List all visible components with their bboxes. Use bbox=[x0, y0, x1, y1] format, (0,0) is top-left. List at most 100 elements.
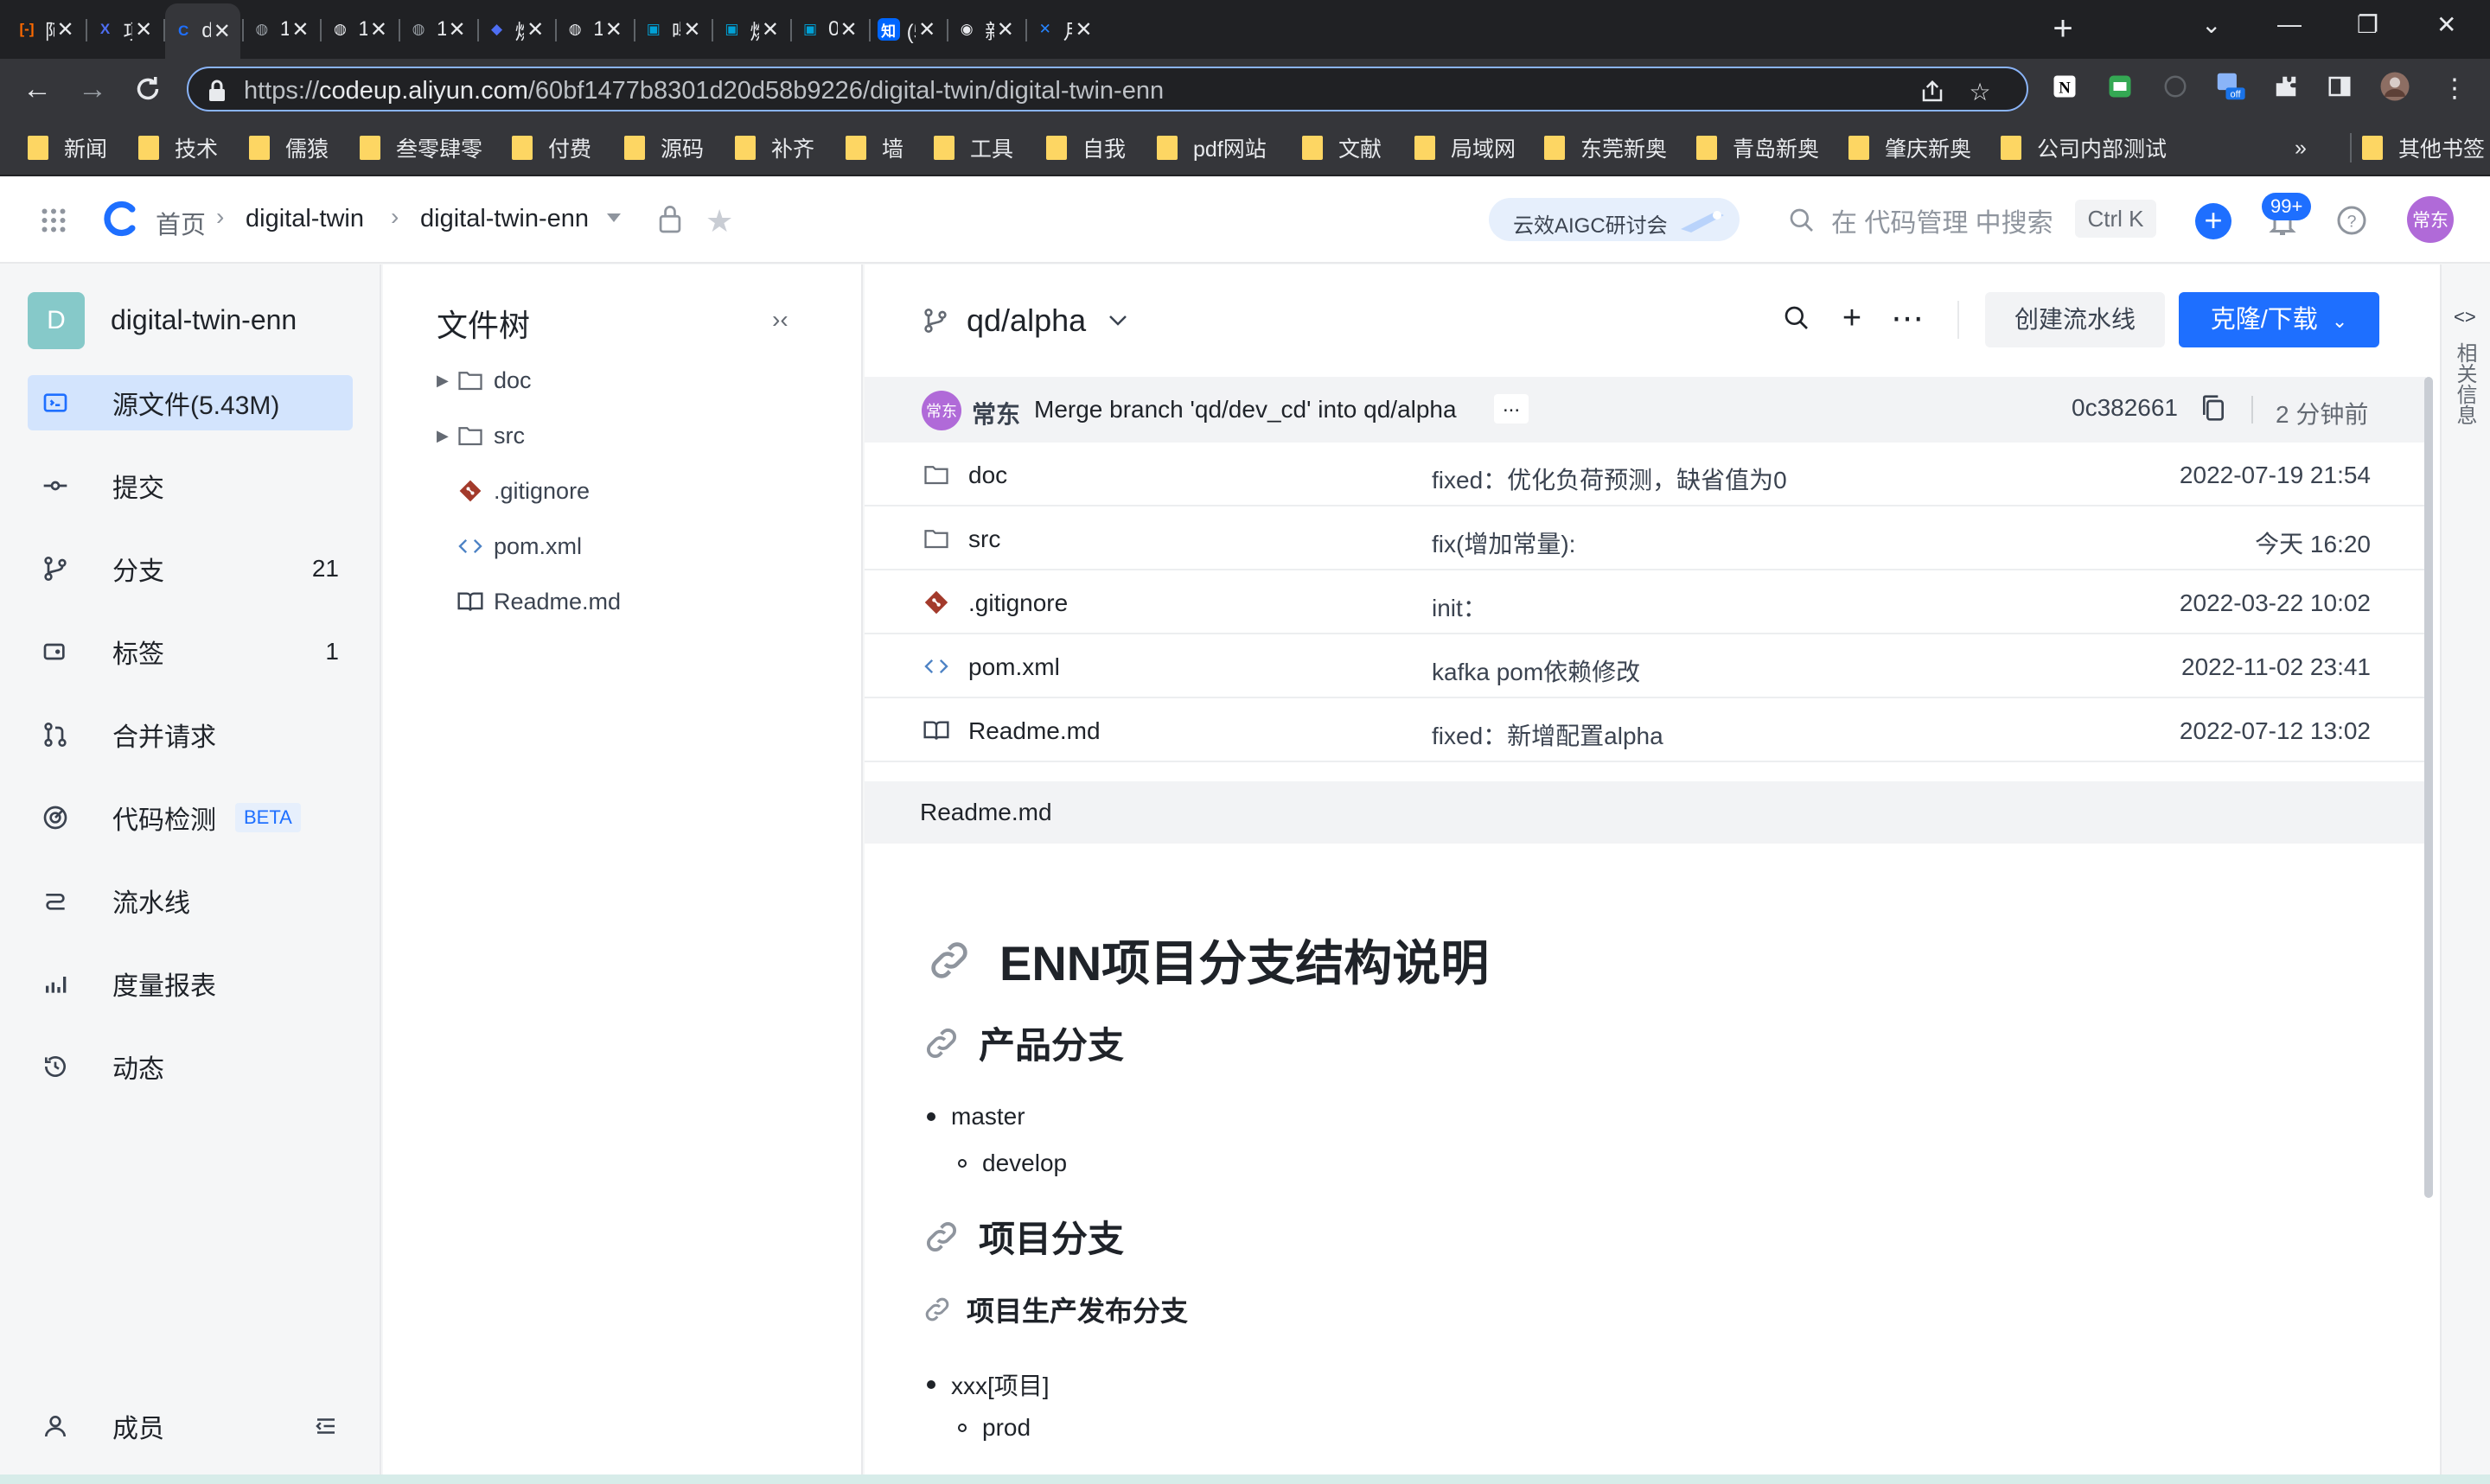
other-bookmarks-folder[interactable]: 其他书签 bbox=[2350, 133, 2485, 162]
repo-name[interactable]: digital-twin-enn bbox=[111, 304, 297, 336]
create-pipeline-button[interactable]: 创建流水线 bbox=[1985, 292, 2165, 347]
minimize-button[interactable]: — bbox=[2277, 10, 2302, 38]
browser-tab[interactable]: Cdig✕ bbox=[165, 3, 240, 59]
restore-button[interactable]: ❐ bbox=[2357, 10, 2378, 39]
bookmark-folder[interactable]: 叁零肆零 bbox=[360, 133, 482, 162]
copy-icon[interactable] bbox=[2200, 392, 2227, 424]
green-extension-icon[interactable] bbox=[2104, 71, 2136, 102]
profile-avatar-icon[interactable] bbox=[2379, 71, 2410, 102]
url-text[interactable]: https://codeup.aliyun.com/60bf1477b8301d… bbox=[244, 77, 1164, 105]
file-commit-message[interactable]: fixed：优化负荷预测，缺省值为0 bbox=[1432, 462, 1787, 496]
anchor-link-icon[interactable] bbox=[922, 1023, 961, 1063]
sidebar-item-tags[interactable]: 标签 1 bbox=[28, 624, 353, 679]
browser-tab[interactable]: [-] 阿里✕ bbox=[9, 8, 84, 51]
browser-tab[interactable]: ◍ 10.✕ bbox=[244, 8, 319, 51]
close-tab-icon[interactable]: ✕ bbox=[211, 19, 233, 44]
browser-tab[interactable]: ▣ 02_✕ bbox=[792, 8, 867, 51]
off-extension-icon[interactable]: off bbox=[2215, 71, 2246, 102]
sidebar-item-merge-requests[interactable]: 合并请求 bbox=[28, 707, 353, 762]
file-row-readme[interactable]: Readme.md fixed：新增配置alpha 2022-07-12 13:… bbox=[865, 698, 2426, 762]
commit-sha[interactable]: 0c382661 bbox=[2072, 394, 2178, 422]
forward-button[interactable]: → bbox=[74, 71, 111, 107]
collapse-sidebar-icon[interactable] bbox=[313, 1413, 339, 1439]
related-info-tab[interactable]: 相关信息 bbox=[2453, 342, 2480, 425]
add-file-icon[interactable]: + bbox=[1835, 300, 1869, 336]
branch-selector[interactable]: qd/alpha bbox=[922, 303, 1127, 339]
bookmark-folder[interactable]: 局域网 bbox=[1414, 133, 1516, 162]
breadcrumb-home[interactable]: 首页 bbox=[156, 205, 206, 241]
sidebar-item-code-scan[interactable]: 代码检测 BETA bbox=[28, 790, 353, 845]
file-commit-message[interactable]: init： bbox=[1432, 589, 1487, 624]
new-tab-button[interactable]: + bbox=[2046, 11, 2080, 47]
bookmark-folder[interactable]: 青岛新奥 bbox=[1696, 133, 1819, 162]
file-commit-message[interactable]: kafka pom依赖修改 bbox=[1432, 653, 1640, 688]
file-name[interactable]: pom.xml bbox=[968, 653, 1060, 681]
anchor-link-icon[interactable] bbox=[922, 1217, 961, 1257]
expand-caret-icon[interactable]: ▶ bbox=[437, 372, 456, 390]
close-tab-icon[interactable]: ✕ bbox=[759, 17, 782, 42]
reload-button[interactable] bbox=[130, 71, 166, 107]
close-tab-icon[interactable]: ✕ bbox=[603, 17, 625, 42]
browser-tab[interactable]: ◉ 新标✕ bbox=[948, 8, 1024, 51]
bookmark-folder[interactable]: 付费 bbox=[512, 133, 591, 162]
tree-item-doc[interactable]: ▶ doc bbox=[437, 361, 532, 399]
close-tab-icon[interactable]: ✕ bbox=[289, 17, 311, 42]
close-tab-icon[interactable]: ✕ bbox=[54, 17, 77, 42]
extensions-puzzle-icon[interactable] bbox=[2270, 71, 2302, 102]
bookmark-folder[interactable]: 东莞新奥 bbox=[1544, 133, 1667, 162]
app-grid-icon[interactable] bbox=[38, 205, 69, 236]
file-commit-message[interactable]: fixed：新增配置alpha bbox=[1432, 717, 1663, 752]
bookmark-folder[interactable]: 文献 bbox=[1302, 133, 1382, 162]
tree-item-src[interactable]: ▶ src bbox=[437, 417, 525, 455]
tree-item-gitignore[interactable]: .gitignore bbox=[437, 472, 590, 510]
browser-tab[interactable]: ▣ 哔哩✕ bbox=[635, 8, 711, 51]
bookmark-folder[interactable]: 补齐 bbox=[735, 133, 814, 162]
file-name[interactable]: Readme.md bbox=[968, 717, 1101, 745]
bookmark-folder[interactable]: 儒猿 bbox=[249, 133, 329, 162]
collapse-tree-icon[interactable]: ›‹ bbox=[772, 306, 788, 334]
anchor-link-icon[interactable] bbox=[922, 1294, 953, 1325]
global-search-input[interactable]: 在 代码管理 中搜索 bbox=[1788, 201, 2053, 239]
browser-tab[interactable]: ◆ 燃气✕ bbox=[479, 8, 554, 51]
file-row-doc[interactable]: doc fixed：优化负荷预测，缺省值为0 2022-07-19 21:54 bbox=[865, 443, 2426, 506]
expand-caret-icon[interactable]: ▶ bbox=[437, 427, 456, 445]
bookmark-folder[interactable]: 新闻 bbox=[28, 133, 107, 162]
file-name[interactable]: .gitignore bbox=[968, 589, 1068, 617]
browser-tab[interactable]: ✕月度✕ bbox=[1027, 8, 1102, 51]
clone-download-button[interactable]: 克隆/下载 ⌄ bbox=[2179, 292, 2379, 347]
expand-panel-icon[interactable]: <> bbox=[2454, 306, 2476, 328]
close-tab-icon[interactable]: ✕ bbox=[367, 17, 390, 42]
browser-menu-icon[interactable]: ⋮ bbox=[2436, 71, 2473, 107]
bookmark-folder[interactable]: pdf网站 bbox=[1157, 133, 1267, 162]
bookmark-folder[interactable]: 肇庆新奥 bbox=[1848, 133, 1971, 162]
search-icon[interactable] bbox=[1779, 301, 1814, 335]
file-name[interactable]: src bbox=[968, 525, 1000, 553]
browser-tab[interactable]: ◍ 10.✕ bbox=[322, 8, 397, 51]
favorite-star-icon[interactable]: ★ bbox=[706, 203, 733, 239]
sidebar-item-members[interactable]: 成员 bbox=[28, 1398, 353, 1454]
sidebar-item-activity[interactable]: 动态 bbox=[28, 1039, 353, 1094]
file-row-pom[interactable]: pom.xml kafka pom依赖修改 2022-11-02 23:41 bbox=[865, 634, 2426, 698]
tab-search-icon[interactable]: ⌄ bbox=[2201, 10, 2221, 39]
commit-author[interactable]: 常东 bbox=[972, 396, 1020, 430]
sidebar-item-branches[interactable]: 分支 21 bbox=[28, 541, 353, 596]
bookmark-folder[interactable]: 自我 bbox=[1046, 133, 1126, 162]
aigc-promo-banner[interactable]: 云效AIGC研讨会 bbox=[1489, 198, 1740, 241]
browser-tab[interactable]: ◍ 10.✕ bbox=[557, 8, 632, 51]
user-avatar[interactable]: 常东 bbox=[2407, 196, 2454, 243]
address-bar[interactable]: https://codeup.aliyun.com/60bf1477b8301d… bbox=[187, 67, 2028, 111]
close-tab-icon[interactable]: ✕ bbox=[680, 17, 703, 42]
sidebar-item-source-files[interactable]: 源文件(5.43M) bbox=[28, 375, 353, 430]
commit-message[interactable]: Merge branch 'qd/dev_cd' into qd/alpha bbox=[1034, 396, 1457, 424]
bookmark-folder[interactable]: 墙 bbox=[846, 133, 903, 162]
browser-tab[interactable]: ▣ 燃气✕ bbox=[713, 8, 788, 51]
breadcrumb-group[interactable]: digital-twin bbox=[246, 205, 364, 233]
close-tab-icon[interactable]: ✕ bbox=[994, 17, 1017, 42]
back-button[interactable]: ← bbox=[19, 71, 55, 107]
notion-extension-icon[interactable]: N bbox=[2049, 71, 2080, 102]
bookmark-folder[interactable]: 技术 bbox=[138, 133, 218, 162]
close-tab-icon[interactable]: ✕ bbox=[838, 17, 860, 42]
side-panel-icon[interactable] bbox=[2324, 71, 2355, 102]
sidebar-item-commits[interactable]: 提交 bbox=[28, 458, 353, 513]
close-tab-icon[interactable]: ✕ bbox=[446, 17, 469, 42]
